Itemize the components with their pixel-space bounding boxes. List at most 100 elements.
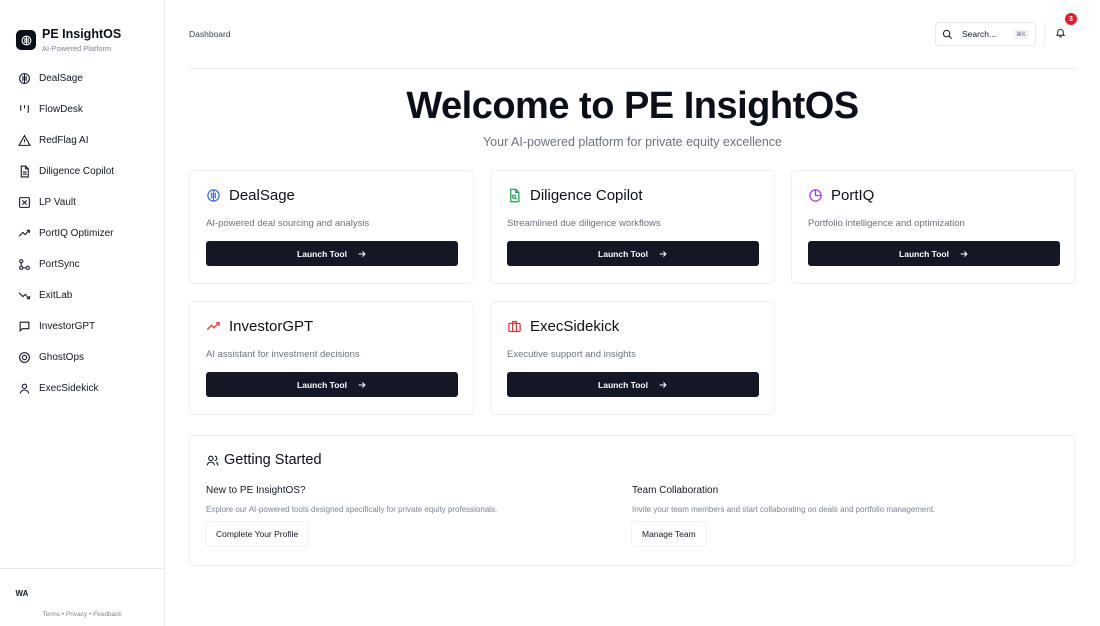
section-title: New to PE InsightOS? bbox=[206, 485, 306, 496]
sidebar-item-label: ExitLab bbox=[39, 290, 73, 301]
sidebar-item-diligence-copilot[interactable]: Diligence Copilot bbox=[0, 156, 164, 187]
sidebar-item-label: GhostOps bbox=[39, 352, 85, 363]
sidebar-item-exitlab[interactable]: ExitLab bbox=[0, 280, 164, 311]
launch-tool-button[interactable]: Launch Tool bbox=[206, 241, 458, 266]
brain-icon bbox=[206, 188, 221, 203]
alert-triangle-icon bbox=[18, 134, 31, 147]
sidebar-item-label: PortSync bbox=[39, 259, 80, 270]
card-title: InvestorGPT bbox=[229, 317, 314, 335]
privacy-link[interactable]: Privacy bbox=[66, 611, 87, 618]
complete-profile-button[interactable]: Complete Your Profile bbox=[206, 522, 309, 546]
feedback-link[interactable]: Feedback bbox=[93, 611, 122, 618]
sidebar-item-investorgpt[interactable]: InvestorGPT bbox=[0, 311, 164, 342]
arrow-right-icon bbox=[357, 249, 367, 259]
search-icon bbox=[942, 29, 953, 40]
trending-up-icon bbox=[206, 319, 221, 334]
sidebar-item-label: FlowDesk bbox=[39, 104, 83, 115]
launch-tool-button[interactable]: Launch Tool bbox=[507, 241, 759, 266]
sidebar: PE InsightOS AI-Powered Platform DealSag… bbox=[0, 0, 165, 626]
section-text: Invite your team members and start colla… bbox=[632, 505, 936, 514]
section-text: Explore our AI-powered tools designed sp… bbox=[206, 505, 498, 514]
trending-up-icon bbox=[18, 227, 31, 240]
getting-started-title: Getting Started bbox=[224, 452, 322, 468]
section-title: Team Collaboration bbox=[632, 485, 719, 496]
brand-title: PE InsightOS bbox=[42, 27, 122, 41]
card-description: Streamlined due diligence workflows bbox=[507, 218, 661, 229]
sidebar-item-label: Diligence Copilot bbox=[39, 166, 115, 177]
card-description: AI assistant for investment decisions bbox=[206, 349, 360, 360]
sidebar-item-portiq-optimizer[interactable]: PortIQ Optimizer bbox=[0, 218, 164, 249]
main-content: Dashboard Search... ⌘K 3 Welcome to PE I… bbox=[165, 0, 1100, 626]
trending-down-icon bbox=[18, 289, 31, 302]
notification-badge: 3 bbox=[1065, 13, 1077, 25]
brain-logo-icon bbox=[16, 30, 36, 50]
sidebar-item-label: RedFlag AI bbox=[39, 135, 89, 146]
sidebar-item-label: LP Vault bbox=[39, 197, 76, 208]
sidebar-item-lp-vault[interactable]: LP Vault bbox=[0, 187, 164, 218]
sidebar-nav: DealSage FlowDesk RedFlag AI Diligence C… bbox=[0, 60, 164, 404]
sidebar-item-dealsage[interactable]: DealSage bbox=[0, 63, 164, 94]
sidebar-item-label: InvestorGPT bbox=[39, 321, 96, 332]
brain-icon bbox=[18, 72, 31, 85]
search-shortcut: ⌘K bbox=[1012, 29, 1029, 39]
tool-card-execsidekick: ExecSidekick Executive support and insig… bbox=[490, 301, 775, 415]
search-placeholder: Search... bbox=[962, 29, 997, 39]
sidebar-item-portsync[interactable]: PortSync bbox=[0, 249, 164, 280]
team-collaboration-section: Team Collaboration Invite your team memb… bbox=[632, 485, 1058, 546]
tool-card-investorgpt: InvestorGPT AI assistant for investment … bbox=[189, 301, 474, 415]
footer-links: Terms • Privacy • Feedback bbox=[42, 611, 122, 618]
network-icon bbox=[18, 258, 31, 271]
card-title: PortIQ bbox=[831, 186, 875, 204]
sidebar-item-label: PortIQ Optimizer bbox=[39, 228, 114, 239]
card-description: Executive support and insights bbox=[507, 349, 636, 360]
manage-team-button[interactable]: Manage Team bbox=[632, 522, 706, 546]
tool-card-diligence-copilot: Diligence Copilot Streamlined due dilige… bbox=[490, 170, 775, 284]
card-title: ExecSidekick bbox=[530, 317, 620, 335]
tool-card-portiq: PortIQ Portfolio intelligence and optimi… bbox=[791, 170, 1076, 284]
sidebar-item-redflag-ai[interactable]: RedFlag AI bbox=[0, 125, 164, 156]
sidebar-item-ghostops[interactable]: GhostOps bbox=[0, 342, 164, 373]
terms-link[interactable]: Terms bbox=[42, 611, 60, 618]
hero: Welcome to PE InsightOS Your AI-powered … bbox=[189, 69, 1076, 149]
briefcase-icon bbox=[507, 319, 522, 334]
brand[interactable]: PE InsightOS AI-Powered Platform bbox=[0, 0, 164, 60]
card-title: Diligence Copilot bbox=[530, 186, 643, 204]
arrow-right-icon bbox=[959, 249, 969, 259]
card-title: DealSage bbox=[229, 186, 295, 204]
vault-icon bbox=[18, 196, 31, 209]
arrow-right-icon bbox=[357, 380, 367, 390]
user-icon bbox=[18, 382, 31, 395]
search-input[interactable]: Search... ⌘K bbox=[935, 22, 1036, 46]
breadcrumb[interactable]: Dashboard bbox=[189, 29, 231, 39]
sidebar-item-label: ExecSidekick bbox=[39, 383, 99, 394]
getting-started-panel: Getting Started New to PE InsightOS? Exp… bbox=[189, 435, 1075, 566]
page-title: Welcome to PE InsightOS bbox=[406, 85, 859, 127]
arrow-right-icon bbox=[658, 249, 668, 259]
sidebar-footer: WA Terms • Privacy • Feedback bbox=[0, 568, 164, 626]
page-subtitle: Your AI-powered platform for private equ… bbox=[482, 135, 782, 149]
card-description: AI-powered deal sourcing and analysis bbox=[206, 218, 370, 229]
arrow-right-icon bbox=[658, 380, 668, 390]
users-icon bbox=[206, 454, 219, 467]
sidebar-item-execsidekick[interactable]: ExecSidekick bbox=[0, 373, 164, 404]
launch-tool-button[interactable]: Launch Tool bbox=[808, 241, 1060, 266]
card-description: Portfolio intelligence and optimization bbox=[808, 218, 965, 229]
brand-subtitle: AI-Powered Platform bbox=[42, 44, 112, 53]
sidebar-item-flowdesk[interactable]: FlowDesk bbox=[0, 94, 164, 125]
file-search-icon bbox=[507, 188, 522, 203]
new-user-section: New to PE InsightOS? Explore our AI-powe… bbox=[206, 485, 632, 546]
tool-cards: DealSage AI-powered deal sourcing and an… bbox=[189, 170, 1076, 415]
pie-chart-icon bbox=[808, 188, 823, 203]
topbar: Dashboard Search... ⌘K 3 bbox=[189, 0, 1077, 69]
notifications-button[interactable]: 3 bbox=[1044, 13, 1077, 46]
launch-tool-button[interactable]: Launch Tool bbox=[507, 372, 759, 397]
sidebar-item-label: DealSage bbox=[39, 73, 83, 84]
globe-icon bbox=[18, 351, 31, 364]
launch-tool-button[interactable]: Launch Tool bbox=[206, 372, 458, 397]
document-icon bbox=[18, 165, 31, 178]
tool-card-dealsage: DealSage AI-powered deal sourcing and an… bbox=[189, 170, 474, 284]
bell-icon bbox=[1055, 25, 1066, 43]
avatar[interactable]: WA bbox=[10, 583, 34, 603]
bars-icon bbox=[18, 103, 31, 116]
chat-icon bbox=[18, 320, 31, 333]
